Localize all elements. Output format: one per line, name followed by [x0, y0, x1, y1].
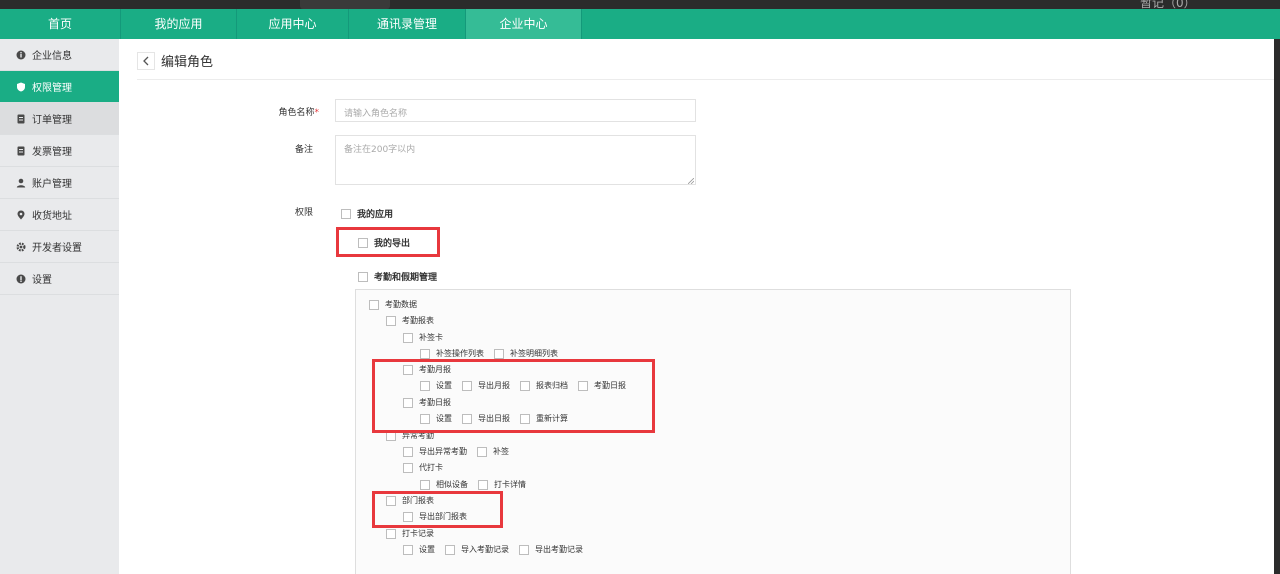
perm-proxy-punch[interactable]: 代打卡 [403, 462, 443, 473]
checkbox[interactable] [519, 544, 529, 555]
order-list-icon [16, 114, 26, 124]
nav-my-apps[interactable]: 我的应用 [121, 9, 237, 39]
checkbox[interactable] [386, 528, 396, 539]
perm-makeup-card[interactable]: 补签卡 [403, 332, 443, 343]
nav-enterprise-center[interactable]: 企业中心 [466, 9, 582, 39]
back-button[interactable] [137, 51, 155, 70]
perm-label: 补签 [493, 447, 509, 456]
perm-label: 打卡详情 [494, 480, 526, 489]
sidebar-item-label: 权限管理 [32, 83, 72, 94]
highlight-box-my-export [336, 227, 440, 257]
perm-label: 我的应用 [357, 210, 394, 220]
remark-textarea[interactable]: 备注在200字以内 [335, 135, 696, 185]
nav-app-center[interactable]: 应用中心 [237, 9, 349, 39]
sidebar-item-shipping-address[interactable]: 收货地址 [0, 199, 119, 231]
checkbox[interactable] [403, 544, 413, 555]
perm-attendance-data[interactable]: 考勤数据 [369, 299, 417, 310]
checkbox[interactable] [477, 446, 487, 457]
sidebar-item-label: 账户管理 [32, 179, 72, 190]
perm-label: 补签明细列表 [510, 349, 558, 358]
checkbox[interactable] [341, 208, 351, 219]
sidebar-item-enterprise-info[interactable]: 企业信息 [0, 39, 119, 71]
gear-icon [16, 241, 26, 252]
checkbox[interactable] [420, 348, 430, 359]
perm-attendance-management[interactable]: 考勤和假期管理 [358, 270, 437, 283]
window-right-edge [1274, 39, 1280, 574]
perm-my-apps[interactable]: 我的应用 [341, 207, 393, 220]
highlight-box-reports [372, 359, 655, 433]
browser-tab-fragment [300, 0, 390, 9]
header-divider [137, 79, 1274, 80]
perm-label: 补签操作列表 [436, 349, 484, 358]
remark-label: 备注 [294, 145, 313, 155]
role-name-placeholder: 请输入角色名称 [344, 109, 408, 119]
location-pin-icon [16, 210, 26, 220]
checkbox[interactable] [403, 446, 413, 457]
nav-home[interactable]: 首页 [0, 9, 121, 39]
sidebar-item-order-management[interactable]: 订单管理 [0, 103, 119, 135]
perm-makeup-children: 补签操作列表 补签明细列表 [420, 348, 568, 359]
required-mark: * [314, 108, 320, 118]
checkbox[interactable] [369, 299, 379, 310]
sidebar-item-invoice-management[interactable]: 发票管理 [0, 135, 119, 167]
perm-label: 导出考勤记录 [535, 545, 583, 554]
perm-label: 设置 [419, 545, 435, 554]
perm-label: 考勤报表 [402, 316, 434, 325]
role-name-label-text: 角色名称 [278, 108, 315, 118]
perm-label: 打卡记录 [402, 529, 434, 538]
role-name-label: 角色名称* [259, 105, 319, 118]
perm-label: 补签卡 [419, 333, 443, 342]
sidebar-item-label: 发票管理 [32, 147, 72, 158]
settings-circle-icon [16, 274, 26, 284]
sidebar-item-label: 设置 [32, 275, 52, 286]
permission-label: 权限 [294, 208, 313, 218]
checkbox[interactable] [403, 332, 413, 343]
window-top-strip: 暂记（0） [0, 0, 1280, 10]
perm-label: 考勤数据 [385, 300, 417, 309]
perm-attendance-reports[interactable]: 考勤报表 [386, 315, 434, 326]
role-name-input[interactable]: 请输入角色名称 [335, 99, 696, 122]
top-navbar: 首页 我的应用 应用中心 通讯录管理 企业中心 [0, 9, 1280, 39]
perm-label: 代打卡 [419, 463, 443, 472]
main-content: 编辑角色 角色名称* 请输入角色名称 备注 备注在200字以内 权限 我的应用 … [119, 39, 1274, 574]
invoice-icon [16, 146, 26, 156]
sidebar: 企业信息 权限管理 订单管理 发票管理 账户管理 收货地址 开发者设置 设置 [0, 39, 119, 574]
checkbox[interactable] [420, 479, 430, 490]
checkbox[interactable] [403, 462, 413, 473]
sidebar-item-label: 收货地址 [32, 211, 72, 222]
checkbox[interactable] [478, 479, 488, 490]
sidebar-item-settings[interactable]: 设置 [0, 263, 119, 295]
nav-contacts-management[interactable]: 通讯录管理 [349, 9, 466, 39]
sidebar-item-label: 企业信息 [32, 51, 72, 62]
sidebar-item-label: 开发者设置 [32, 243, 82, 254]
perm-label: 导入考勤记录 [461, 545, 509, 554]
perm-label: 相似设备 [436, 480, 468, 489]
resize-grip-icon[interactable] [687, 177, 695, 185]
page-header: 编辑角色 [137, 51, 213, 70]
highlight-box-dept-report [372, 491, 503, 528]
user-icon [16, 178, 26, 188]
sidebar-item-developer-settings[interactable]: 开发者设置 [0, 231, 119, 263]
perm-label: 导出异常考勤 [419, 447, 467, 456]
perm-punch-records-children: 设置 导入考勤记录 导出考勤记录 [403, 544, 593, 555]
checkbox[interactable] [358, 271, 368, 282]
sidebar-item-permission-management[interactable]: 权限管理 [0, 71, 119, 103]
page-title: 编辑角色 [161, 55, 214, 70]
checkbox[interactable] [445, 544, 455, 555]
perm-punch-records[interactable]: 打卡记录 [386, 528, 434, 539]
chevron-left-icon [142, 51, 150, 70]
info-circle-icon [16, 50, 26, 60]
perm-proxy-children: 相似设备 打卡详情 [420, 479, 536, 490]
checkbox[interactable] [494, 348, 504, 359]
sidebar-item-account-management[interactable]: 账户管理 [0, 167, 119, 199]
shield-icon [16, 82, 26, 92]
remark-placeholder: 备注在200字以内 [344, 145, 416, 155]
sidebar-item-label: 订单管理 [32, 115, 72, 126]
checkbox[interactable] [386, 315, 396, 326]
perm-label: 考勤和假期管理 [374, 273, 438, 283]
perm-abnormal-children: 导出异常考勤 补签 [403, 446, 519, 457]
